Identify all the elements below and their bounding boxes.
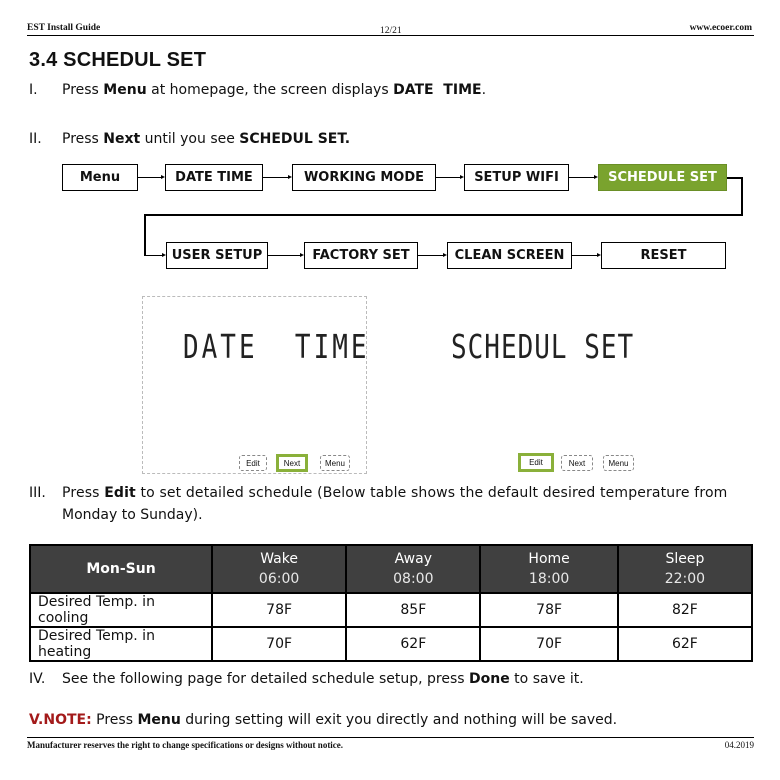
flow-box-working-mode: WORKING MODE [292, 164, 436, 191]
text: See the following page for detailed sche… [62, 671, 470, 687]
table-row: Desired Temp. in cooling 78F 85F 78F 82F [29, 592, 754, 628]
text: Monday to Sunday). [62, 507, 203, 523]
text: . [481, 82, 487, 98]
website: www.ecoer.com [689, 23, 752, 33]
footer-disclaimer: Manufacturer reserves the right to chang… [27, 740, 344, 750]
thermostat-screen-date-time: DATE TIME Edit Next Menu [142, 296, 367, 474]
connector [138, 177, 161, 178]
step-number: III. [29, 485, 46, 501]
bold-term: SCHEDUL SET. [239, 131, 351, 147]
text: to set detailed schedule (Below table sh… [135, 485, 728, 501]
text: Press [91, 712, 138, 728]
note-label: V.NOTE: [29, 712, 92, 728]
bold-term: DATE TIME [393, 82, 482, 98]
footer-date: 04.2019 [724, 740, 754, 750]
step-3: III. Press Edit to set detailed schedule… [29, 485, 753, 525]
bold-term: Edit [104, 485, 136, 501]
table-cell: 70F [479, 626, 619, 662]
screen-next-button[interactable]: Next [276, 454, 308, 472]
section-title: 3.4 SCHEDUL SET [29, 49, 207, 71]
column-header-wake: Wake 06:00 [210, 544, 348, 594]
period-name: Home [528, 551, 570, 567]
table-corner-header: Mon-Sun [29, 544, 213, 594]
screen-next-button[interactable]: Next [561, 455, 593, 471]
period-time: 06:00 [258, 571, 300, 587]
table-cell: 62F [345, 626, 482, 662]
flow-box-reset: RESET [601, 242, 726, 269]
arrow-icon [460, 175, 464, 179]
footer-divider [27, 737, 754, 738]
header-divider [27, 35, 754, 36]
row-label: Desired Temp. in heating [29, 626, 213, 662]
screen-menu-button[interactable]: Menu [320, 455, 350, 471]
column-header-home: Home 18:00 [479, 544, 619, 594]
table-cell: 78F [210, 592, 348, 628]
flow-box-schedule-set: SCHEDULE SET [598, 164, 727, 191]
period-name: Wake [260, 551, 298, 567]
connector [144, 214, 743, 216]
period-time: 08:00 [393, 571, 434, 587]
connector [741, 177, 743, 216]
table-cell: 70F [210, 626, 348, 662]
connector [569, 177, 594, 178]
thermostat-screen-schedul-set: SCHEDUL SET Edit Next Menu [425, 296, 650, 474]
schedule-table: Mon-Sun Wake 06:00 Away 08:00 Home 18:00 Sl… [29, 544, 754, 662]
text: at homepage, the screen displays [146, 82, 394, 98]
arrow-icon [300, 253, 304, 257]
bold-term: Done [469, 671, 510, 687]
text: Press [62, 131, 104, 147]
arrow-icon [594, 175, 598, 179]
bold-term: Next [103, 131, 141, 147]
step-number: I. [29, 82, 38, 98]
bold-term: Menu [103, 82, 147, 98]
period-time: 22:00 [664, 571, 706, 587]
connector [436, 177, 460, 178]
text: Press [62, 82, 104, 98]
flow-box-menu: Menu [62, 164, 138, 191]
connector [572, 255, 597, 256]
table-cell: 62F [616, 626, 754, 662]
arrow-icon [597, 253, 601, 257]
connector [263, 177, 288, 178]
arrow-icon [161, 175, 165, 179]
period-name: Away [394, 551, 432, 567]
lcd-display-text: DATE TIME [183, 329, 370, 367]
flow-box-setup-wifi: SETUP WIFI [464, 164, 569, 191]
arrow-icon [288, 175, 292, 179]
flow-box-clean-screen: CLEAN SCREEN [447, 242, 572, 269]
arrow-icon [443, 253, 447, 257]
row-label: Desired Temp. in cooling [29, 592, 213, 628]
screen-edit-button[interactable]: Edit [518, 453, 554, 472]
connector [144, 214, 146, 256]
connector [144, 255, 162, 256]
column-header-away: Away 08:00 [345, 544, 482, 594]
table-header-row: Mon-Sun Wake 06:00 Away 08:00 Home 18:00 Sl… [29, 544, 754, 594]
period-time: 18:00 [528, 571, 570, 587]
doc-title: EST Install Guide [27, 23, 101, 33]
flow-box-date-time: DATE TIME [165, 164, 263, 191]
text: to save it. [509, 671, 584, 687]
table-cell: 82F [616, 592, 754, 628]
note: V.NOTE: Press Menu during setting will e… [29, 712, 753, 728]
step-number: IV. [29, 671, 46, 687]
text: until you see [140, 131, 240, 147]
lcd-display-text: SCHEDUL SET [451, 329, 635, 367]
bold-term: Menu [137, 712, 181, 728]
step-number: II. [29, 131, 42, 147]
connector [268, 255, 300, 256]
connector [418, 255, 443, 256]
screen-edit-button[interactable]: Edit [239, 455, 267, 471]
flow-box-factory-set: FACTORY SET [304, 242, 418, 269]
column-header-sleep: Sleep 22:00 [616, 544, 754, 594]
flow-box-user-setup: USER SETUP [166, 242, 268, 269]
table-cell: 85F [345, 592, 482, 628]
table-cell: 78F [479, 592, 619, 628]
period-name: Sleep [665, 551, 705, 567]
text: during setting will exit you directly an… [180, 712, 618, 728]
text: Press [62, 485, 105, 501]
table-row: Desired Temp. in heating 70F 62F 70F 62F [29, 626, 754, 662]
screen-menu-button[interactable]: Menu [603, 455, 634, 471]
